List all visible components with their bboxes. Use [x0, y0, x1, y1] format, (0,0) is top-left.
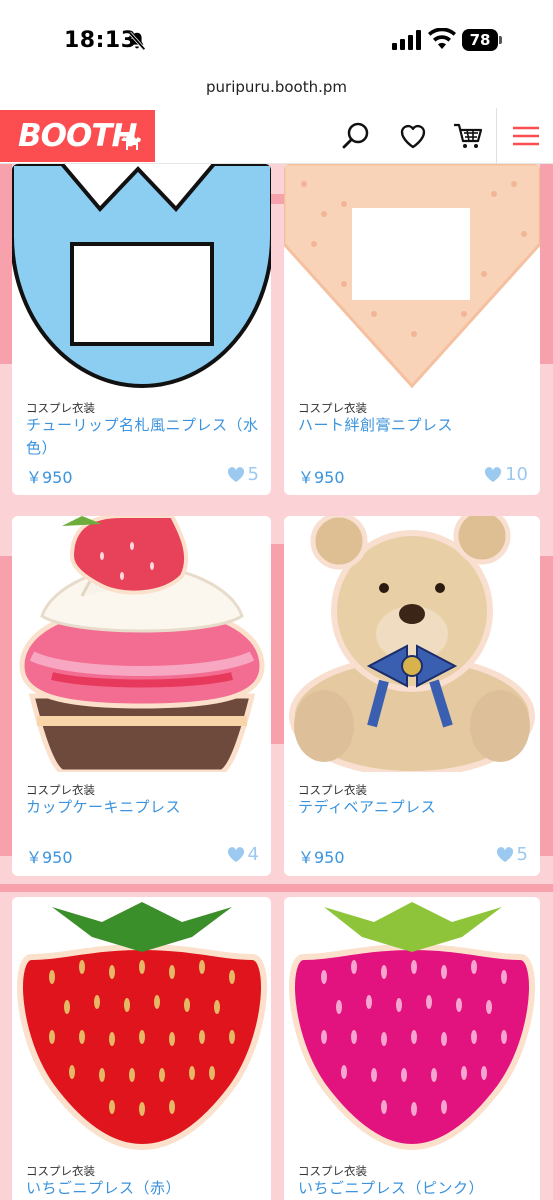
heart-filled-icon: [227, 466, 244, 482]
product-image-cupcake: [12, 516, 271, 772]
bg-stripe: [270, 544, 284, 744]
product-title[interactable]: ハート絆創膏ニプレス: [298, 414, 530, 437]
product-image-red-strawberry: [12, 897, 271, 1153]
url-text: puripuru.booth.pm: [206, 78, 347, 96]
camel-icon: [121, 134, 141, 150]
like-count[interactable]: 4: [227, 844, 259, 865]
like-count[interactable]: 5: [496, 844, 528, 865]
product-price: ￥950: [26, 848, 73, 867]
product-image-tulip-nametag: [12, 164, 271, 390]
product-card[interactable]: コスプレ衣装 いちごニプレス（赤）: [12, 897, 271, 1200]
product-price: ￥950: [26, 468, 73, 487]
bg-stripe: [0, 884, 553, 892]
bg-stripe: [0, 556, 12, 856]
address-bar[interactable]: puripuru.booth.pm: [0, 70, 553, 108]
like-count[interactable]: 10: [484, 464, 528, 485]
like-count[interactable]: 5: [227, 464, 259, 485]
site-header: BOOTH: [0, 108, 553, 164]
product-title[interactable]: チューリップ名札風ニプレス（水色）: [26, 414, 261, 460]
status-bar: 18:13 78: [0, 0, 553, 70]
booth-logo[interactable]: BOOTH: [0, 110, 155, 162]
header-divider: [496, 108, 497, 164]
product-card[interactable]: コスプレ衣装 カップケーキニプレス ￥950 4: [12, 516, 271, 876]
bg-stripe: [540, 164, 553, 364]
like-count-value: 10: [505, 464, 528, 485]
product-price: ￥950: [298, 848, 345, 867]
like-count-value: 4: [247, 844, 259, 865]
cellular-signal-icon: [392, 30, 421, 50]
product-card[interactable]: コスプレ衣装 テディベアニプレス ￥950 5: [284, 516, 540, 876]
heart-filled-icon: [227, 846, 244, 862]
logo-text: BOOTH: [18, 118, 137, 154]
like-count-value: 5: [247, 464, 259, 485]
battery-level: 78: [462, 29, 498, 51]
product-title[interactable]: テディベアニプレス: [298, 796, 530, 819]
bg-stripe: [0, 164, 12, 364]
product-card[interactable]: コスプレ衣装 いちごニプレス（ピンク）: [284, 897, 540, 1200]
battery-nub: [499, 36, 502, 44]
product-card[interactable]: コスプレ衣装 ハート絆創膏ニプレス ￥950 10: [284, 164, 540, 495]
bg-stripe: [540, 556, 553, 856]
product-title[interactable]: いちごニプレス（ピンク）: [298, 1177, 530, 1200]
heart-filled-icon: [485, 466, 502, 482]
product-title[interactable]: カップケーキニプレス: [26, 796, 261, 819]
product-grid: コスプレ衣装 チューリップ名札風ニプレス（水色） ￥950 5 コスプレ衣装 ハ…: [0, 164, 553, 1200]
product-card[interactable]: コスプレ衣装 チューリップ名札風ニプレス（水色） ￥950 5: [12, 164, 271, 495]
cart-icon[interactable]: [452, 120, 484, 152]
product-price: ￥950: [298, 468, 345, 487]
product-image-heart-bandage: [284, 164, 540, 390]
like-count-value: 5: [516, 844, 528, 865]
product-title[interactable]: いちごニプレス（赤）: [26, 1177, 261, 1200]
search-icon[interactable]: [340, 120, 372, 152]
product-image-teddy-bear: [284, 516, 540, 772]
heart-filled-icon: [496, 846, 513, 862]
silent-bell-icon: [128, 31, 146, 51]
battery-indicator: 78: [462, 29, 502, 51]
product-image-pink-strawberry: [284, 897, 540, 1153]
wifi-icon: [428, 28, 456, 49]
heart-icon[interactable]: [397, 120, 429, 152]
menu-icon[interactable]: [510, 120, 542, 152]
